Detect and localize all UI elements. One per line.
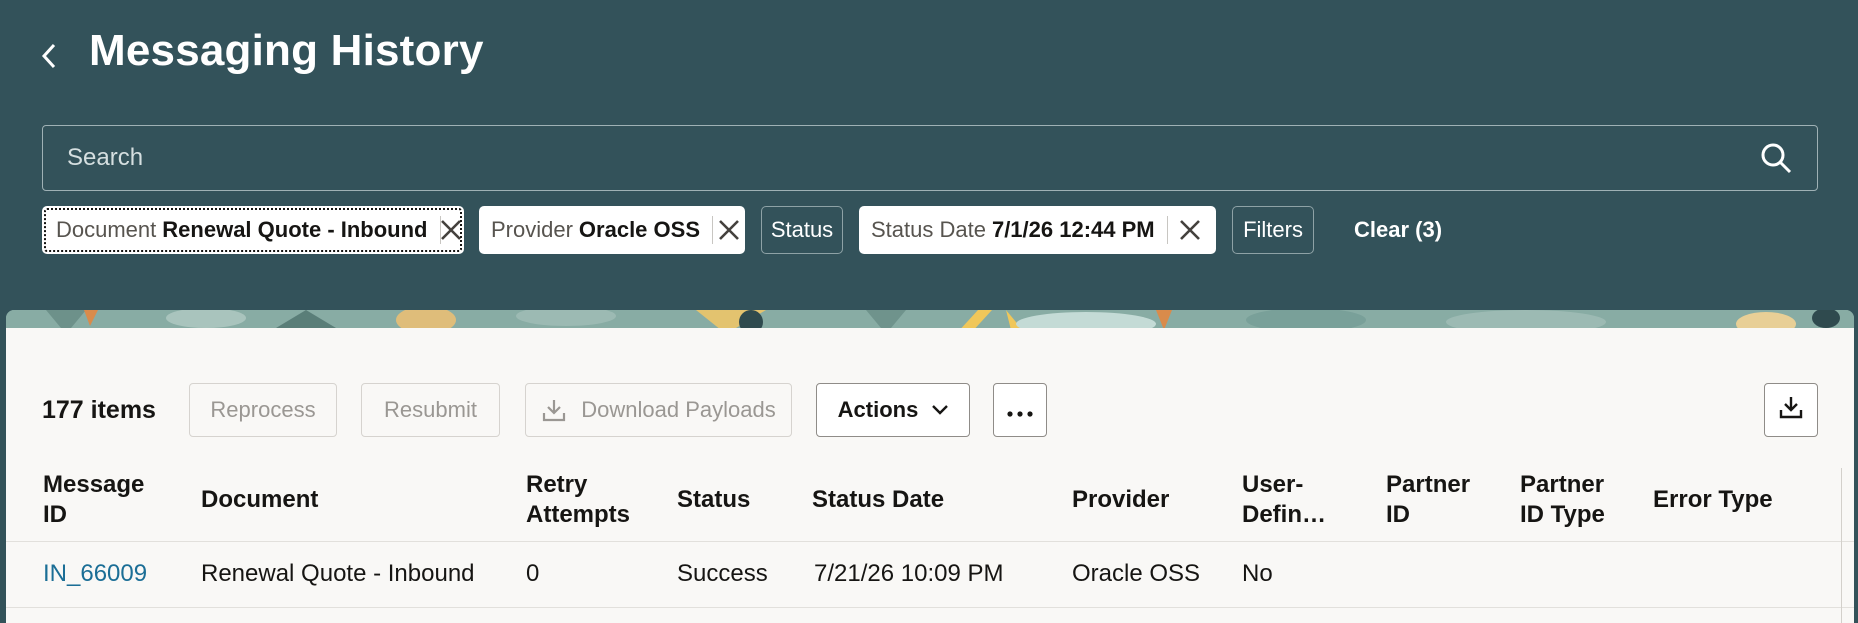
- column-header-line: Partner: [1386, 471, 1471, 498]
- column-header-line: Retry: [526, 471, 588, 498]
- column-header-line: ID: [43, 501, 67, 528]
- cell-provider: Oracle OSS: [1072, 560, 1201, 587]
- column-header-partner-id[interactable]: Partner ID: [1386, 470, 1470, 530]
- filter-chip-provider[interactable]: Provider Oracle OSS: [479, 206, 745, 254]
- search-box[interactable]: [42, 125, 1818, 191]
- filters-label: Filters: [1243, 217, 1303, 242]
- page-header: Messaging History Document Renewal Quote…: [0, 0, 1858, 310]
- actions-menu-button[interactable]: Actions: [816, 383, 970, 437]
- column-header-line: Defin…: [1242, 501, 1326, 528]
- filter-chip-status[interactable]: Status: [761, 206, 843, 254]
- chip-value: 7/1/26 12:44 PM: [991, 217, 1155, 242]
- page-title: Messaging History: [89, 26, 484, 75]
- column-header-line: Provider: [1072, 486, 1170, 513]
- message-id-link[interactable]: IN_66009: [43, 560, 147, 588]
- filter-chip-document[interactable]: Document Renewal Quote - Inbound: [42, 206, 464, 254]
- more-options-button[interactable]: [993, 383, 1047, 437]
- filter-chip-status-date[interactable]: Status Date 7/1/26 12:44 PM: [859, 206, 1216, 254]
- table-row[interactable]: IN_66009 Renewal Quote - Inbound 0 Succe…: [6, 542, 1854, 608]
- chevron-down-icon: [932, 405, 949, 415]
- column-header-document[interactable]: Document: [201, 485, 318, 515]
- column-header-message-id[interactable]: Message ID: [43, 470, 144, 530]
- resubmit-label: Resubmit: [384, 397, 477, 422]
- download-icon: [541, 397, 567, 423]
- download-payloads-label: Download Payloads: [581, 397, 776, 422]
- cell-status-date: 7/21/26 10:09 PM: [814, 560, 1004, 587]
- chip-label: Status: [770, 217, 834, 242]
- column-header-line: ID Type: [1520, 501, 1605, 528]
- column-header-user-defined[interactable]: User- Defin…: [1242, 470, 1326, 530]
- chevron-left-icon: [41, 43, 57, 74]
- vertical-scrollbar[interactable]: [1841, 468, 1842, 623]
- close-icon[interactable]: [1168, 208, 1212, 252]
- close-icon[interactable]: [713, 208, 745, 252]
- chip-label: Provider: [491, 217, 573, 242]
- export-download-icon: [1778, 394, 1804, 426]
- cell-status: Success: [677, 560, 768, 587]
- column-header-line: Document: [201, 486, 319, 513]
- column-header-error-type[interactable]: Error Type: [1653, 485, 1773, 515]
- back-button[interactable]: [34, 38, 64, 78]
- chip-label: Status Date: [871, 217, 986, 242]
- results-panel: 177 items Reprocess Resubmit Download Pa…: [6, 328, 1854, 623]
- column-header-line: Status: [677, 486, 751, 513]
- column-header-line: Message: [43, 471, 145, 498]
- column-header-line: Attempts: [526, 501, 631, 528]
- column-header-line: Partner: [1520, 471, 1605, 498]
- clear-filters-link[interactable]: Clear (3): [1354, 206, 1442, 254]
- more-options-icon: [1007, 397, 1033, 423]
- column-header-line: User-: [1242, 471, 1304, 498]
- chip-value: Renewal Quote - Inbound: [162, 217, 428, 242]
- column-header-line: ID: [1386, 501, 1410, 528]
- filters-button[interactable]: Filters: [1232, 206, 1314, 254]
- cell-document: Renewal Quote - Inbound: [201, 560, 475, 587]
- cell-retry-attempts: 0: [526, 560, 540, 587]
- actions-label: Actions: [837, 397, 919, 422]
- item-count: 177 items: [42, 396, 156, 424]
- column-header-line: Error Type: [1653, 486, 1773, 513]
- reprocess-button[interactable]: Reprocess: [189, 383, 337, 437]
- search-icon[interactable]: [1759, 141, 1793, 175]
- chip-label: Document: [56, 217, 157, 242]
- column-header-partner-id-type[interactable]: Partner ID Type: [1520, 470, 1605, 530]
- close-icon[interactable]: [440, 208, 462, 252]
- column-header-status-date[interactable]: Status Date: [812, 485, 944, 515]
- column-header-line: Status Date: [812, 486, 945, 513]
- download-payloads-button[interactable]: Download Payloads: [525, 383, 792, 437]
- cell-user-defined: No: [1242, 560, 1273, 587]
- chip-value: Oracle OSS: [578, 217, 700, 242]
- resubmit-button[interactable]: Resubmit: [361, 383, 500, 437]
- table-header: Message ID Document Retry Attempts Statu…: [6, 460, 1854, 542]
- export-button[interactable]: [1764, 383, 1818, 437]
- column-header-status[interactable]: Status: [677, 485, 750, 515]
- search-input[interactable]: [67, 144, 1759, 172]
- column-header-provider[interactable]: Provider: [1072, 485, 1169, 515]
- reprocess-label: Reprocess: [210, 397, 316, 422]
- column-header-retry-attempts[interactable]: Retry Attempts: [526, 470, 630, 530]
